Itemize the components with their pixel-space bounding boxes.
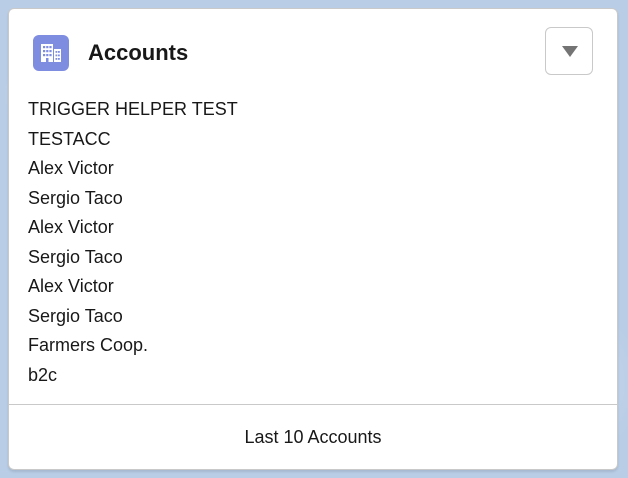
account-building-icon	[33, 35, 69, 71]
account-item[interactable]: Sergio Taco	[28, 184, 238, 214]
account-item[interactable]: Farmers Coop.	[28, 331, 238, 361]
card-title: Accounts	[88, 40, 189, 65]
account-item[interactable]: Alex Victor	[28, 213, 238, 243]
account-item[interactable]: Sergio Taco	[28, 302, 238, 332]
accounts-card: Accounts TRIGGER HELPER TEST TESTACC Ale…	[8, 8, 618, 470]
account-item[interactable]: Alex Victor	[28, 154, 238, 184]
account-list: TRIGGER HELPER TEST TESTACC Alex Victor …	[28, 95, 238, 390]
account-item[interactable]: Sergio Taco	[28, 243, 238, 273]
account-item[interactable]: TRIGGER HELPER TEST	[28, 95, 238, 125]
chevron-down-icon	[562, 46, 578, 57]
footer-label[interactable]: Last 10 Accounts	[244, 427, 381, 448]
account-item[interactable]: Alex Victor	[28, 272, 238, 302]
account-item[interactable]: b2c	[28, 361, 238, 391]
account-item[interactable]: TESTACC	[28, 125, 238, 155]
card-header: Accounts	[9, 9, 617, 93]
building-glyph	[41, 44, 61, 62]
card-footer: Last 10 Accounts	[9, 405, 617, 469]
card-menu-button[interactable]	[545, 27, 593, 75]
